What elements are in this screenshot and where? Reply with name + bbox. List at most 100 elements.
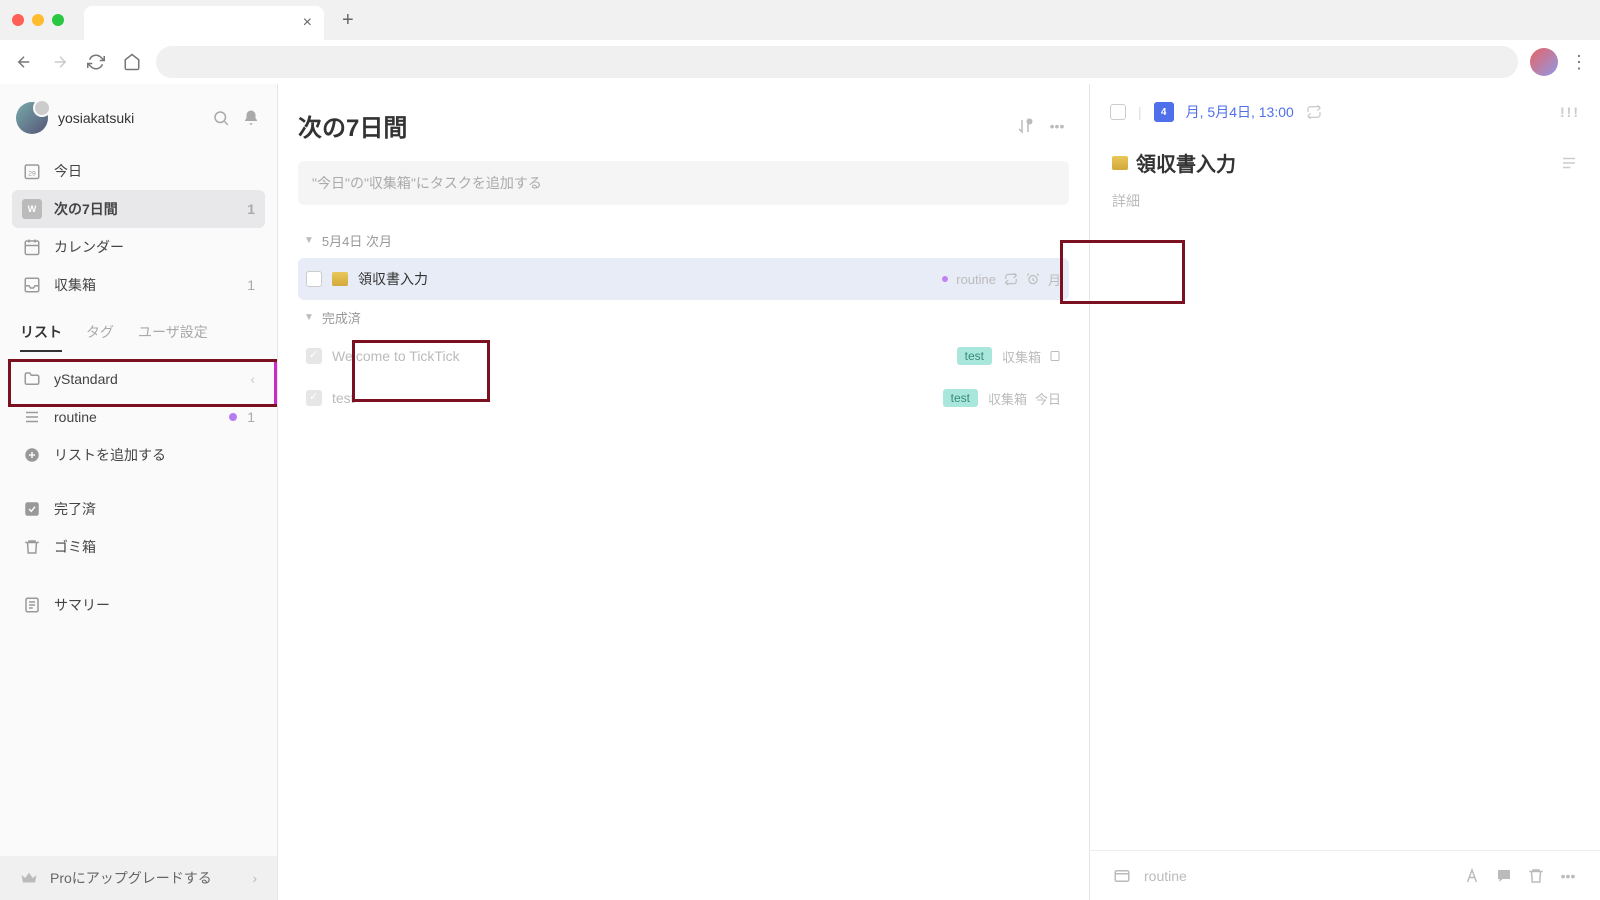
sidebar-item-label: 収集箱 [54,275,96,295]
home-icon[interactable] [120,50,144,74]
smart-lists: 29 今日 W 次の7日間 1 カレンダー 収集箱 1 [0,152,277,304]
count-badge: 1 [247,201,255,217]
task-title: Welcome to TickTick [332,348,947,364]
detail-panel: | 4 月, 5月4日, 13:00 !!! 領収書入力 詳細 routine … [1090,84,1600,900]
task-date-label[interactable]: 月, 5月4日, 13:00 [1186,102,1294,122]
page-title: 次の7日間 [298,108,1005,143]
count-badge: 1 [247,409,255,425]
main-header: 次の7日間 ••• [298,108,1069,143]
task-checkbox[interactable] [306,271,322,287]
sidebar-header: yosiakatsuki [0,84,277,152]
chevron-left-icon: ‹ [250,371,255,387]
trash-icon [22,537,42,557]
upgrade-banner[interactable]: Proにアップグレードする › [0,856,277,900]
detail-footer: routine ••• [1090,850,1600,900]
app-root: yosiakatsuki 29 今日 W 次の7日間 1 カレンダー 収集箱 1 [0,84,1600,900]
color-dot-icon [229,413,237,421]
task-row[interactable]: 領収書入力 routine 月 [298,258,1069,300]
detail-header: | 4 月, 5月4日, 13:00 !!! [1090,84,1600,140]
more-icon[interactable]: ••• [1045,114,1069,138]
trash-icon[interactable] [1526,866,1546,886]
alarm-icon [1026,272,1040,286]
collapse-triangle-icon: ▼ [304,235,314,246]
task-checkbox[interactable] [306,348,322,364]
minimize-window-icon[interactable] [32,14,44,26]
new-tab-button[interactable]: + [332,9,364,32]
collapse-triangle-icon: ▼ [304,312,314,323]
tab-tag[interactable]: タグ [86,314,114,352]
browser-chrome: × + ⋮ [0,0,1600,84]
task-list-label: 収集箱 [1002,347,1041,366]
sidebar-item-trash[interactable]: ゴミ箱 [12,528,265,566]
priority-icon[interactable]: !!! [1560,104,1580,120]
address-bar: ⋮ [0,40,1600,84]
description-toggle-icon[interactable] [1560,154,1578,172]
username-label[interactable]: yosiakatsuki [58,110,201,126]
reload-icon[interactable] [84,50,108,74]
sidebar-item-today[interactable]: 29 今日 [12,152,265,190]
list-select-icon[interactable] [1112,866,1132,886]
task-title: 領収書入力 [358,269,932,289]
sidebar-item-inbox[interactable]: 収集箱 1 [12,266,265,304]
task-checkbox[interactable] [306,390,322,406]
close-tab-icon[interactable]: × [303,14,312,32]
task-row[interactable]: Welcome to TickTick test 収集箱 [298,335,1069,377]
task-row[interactable]: test test 収集箱 今日 [298,377,1069,419]
task-meta: 収集箱 [1002,347,1061,366]
sidebar-item-label: サマリー [54,595,110,615]
sidebar-add-list[interactable]: リストを追加する [12,436,265,474]
sidebar-item-next7days[interactable]: W 次の7日間 1 [12,190,265,228]
sidebar-item-completed[interactable]: 完了済 [12,490,265,528]
section-label: 完成済 [322,308,361,327]
sidebar-item-ystandard[interactable]: yStandard ‹ [12,360,265,398]
detail-task-title[interactable]: 領収書入力 [1136,148,1236,177]
maximize-window-icon[interactable] [52,14,64,26]
task-meta: 収集箱 今日 [988,389,1061,408]
tab-list[interactable]: リスト [20,314,62,352]
task-date: 今日 [1035,389,1061,408]
section-header[interactable]: ▼ 完成済 [298,300,1069,335]
sidebar-item-label: 次の7日間 [54,199,118,219]
close-window-icon[interactable] [12,14,24,26]
text-format-icon[interactable] [1462,866,1482,886]
repeat-icon[interactable] [1306,104,1322,120]
sidebar-item-routine[interactable]: routine 1 [12,398,265,436]
calendar-icon [22,237,42,257]
count-badge: 1 [247,277,255,293]
back-icon[interactable] [12,50,36,74]
date-badge[interactable]: 4 [1154,102,1174,122]
sidebar-tabs: リスト タグ ユーザ設定 [0,314,277,352]
list-meta: 1 [229,409,255,425]
sort-icon[interactable] [1013,114,1037,138]
sidebar-item-label: リストを追加する [54,445,166,465]
sidebar-item-calendar[interactable]: カレンダー [12,228,265,266]
forward-icon[interactable] [48,50,72,74]
profile-avatar-icon[interactable] [1530,48,1558,76]
task-meta: routine 月 [942,270,1061,289]
inbox-icon [22,275,42,295]
task-date: 月 [1048,270,1061,289]
user-avatar-icon[interactable] [16,102,48,134]
task-list-label: 収集箱 [988,389,1027,408]
detail-list-label[interactable]: routine [1144,868,1187,884]
detail-body: 領収書入力 詳細 [1090,140,1600,850]
sidebar-item-label: yStandard [54,371,118,387]
search-icon[interactable] [211,108,231,128]
window-controls[interactable] [12,14,76,26]
tab-user-settings[interactable]: ユーザ設定 [138,314,208,352]
tag-chip[interactable]: test [943,389,978,407]
bell-icon[interactable] [241,108,261,128]
detail-description[interactable]: 詳細 [1112,191,1578,211]
sidebar-item-summary[interactable]: サマリー [12,586,265,624]
section-header[interactable]: ▼ 5月4日 次月 [298,223,1069,258]
browser-menu-icon[interactable]: ⋮ [1570,52,1588,73]
url-input[interactable] [156,46,1518,78]
browser-tab[interactable]: × [84,6,324,40]
tag-chip[interactable]: test [957,347,992,365]
comment-icon[interactable] [1494,866,1514,886]
more-icon[interactable]: ••• [1558,866,1578,886]
task-checkbox[interactable] [1110,104,1126,120]
receipt-icon [332,272,348,286]
add-task-input[interactable]: "今日"の"収集箱"にタスクを追加する [298,161,1069,205]
task-list-label: routine [956,272,996,287]
